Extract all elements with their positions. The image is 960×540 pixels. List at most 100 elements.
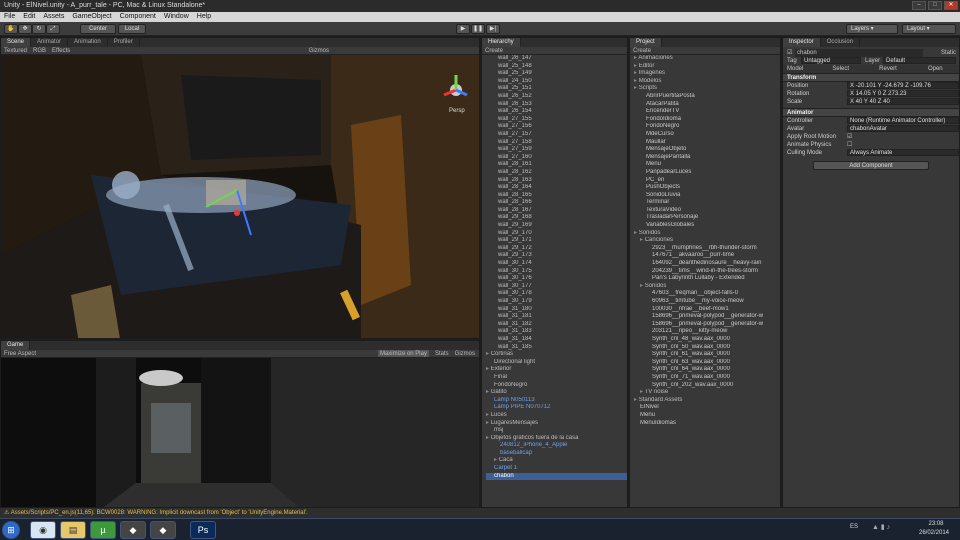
folder-item[interactable]: TV noise xyxy=(634,389,780,397)
scale-tool-icon[interactable]: ⤢ xyxy=(46,24,60,34)
list-item[interactable]: Objetos graficos fuera de la casa xyxy=(486,435,627,443)
add-component-button[interactable]: Add Component xyxy=(813,161,929,170)
script-item[interactable]: SonidoLluvia xyxy=(634,192,780,200)
model-revert-button[interactable]: Revert xyxy=(864,65,911,73)
tag-dropdown[interactable]: Untagged xyxy=(801,57,861,64)
script-item[interactable]: PanpadearLuces xyxy=(634,169,780,177)
script-item[interactable]: PC_en xyxy=(634,177,780,185)
utorrent-icon[interactable]: µ xyxy=(90,521,116,539)
start-button[interactable]: ⊞ xyxy=(2,521,20,539)
tab-scene[interactable]: Scene xyxy=(1,38,32,47)
audio-item[interactable]: 100030__nfrae__beef-mow1 xyxy=(634,306,780,314)
chrome-icon[interactable]: ◉ xyxy=(30,521,56,539)
script-item[interactable]: MdeCurso xyxy=(634,131,780,139)
game-viewport[interactable] xyxy=(1,358,480,508)
model-select-button[interactable]: Select xyxy=(817,65,864,73)
tab-animator[interactable]: Animator xyxy=(31,38,69,47)
list-item[interactable]: LugaresMensajes xyxy=(486,420,627,428)
audio-item[interactable]: Synth_cnl_48_wav.aax_0000 xyxy=(634,336,780,344)
list-item[interactable]: wall_28_165 xyxy=(498,192,627,200)
menu-component[interactable]: Component xyxy=(120,12,156,22)
photoshop-icon[interactable]: Ps xyxy=(190,521,216,539)
menu-help[interactable]: Help xyxy=(197,12,211,22)
audio-item[interactable]: Pan's Labyrinth Lullaby - Extended xyxy=(634,275,780,283)
list-item[interactable]: Directional light xyxy=(486,359,627,367)
folder-item[interactable]: Scripts xyxy=(634,85,780,93)
pause-button[interactable]: ❚❚ xyxy=(471,24,485,34)
list-item[interactable]: baseballcap xyxy=(486,450,627,458)
audio-item[interactable]: 204239__tims__wind-in-the-trees-storm xyxy=(634,268,780,276)
clock-time[interactable]: 23:08 xyxy=(918,521,954,527)
hierarchy-create-dropdown[interactable]: Create xyxy=(485,47,503,54)
rotation-field[interactable]: X 14.05 Y 0 Z 273.23 xyxy=(847,90,959,97)
list-item[interactable]: wall_28_164 xyxy=(498,184,627,192)
script-item[interactable]: MensajePantalla xyxy=(634,154,780,162)
list-item[interactable]: wall_27_157 xyxy=(498,131,627,139)
script-item[interactable]: Menu xyxy=(634,161,780,169)
root-motion-checkbox[interactable]: ☑ xyxy=(847,133,852,141)
list-item[interactable]: wall_28_161 xyxy=(498,161,627,169)
list-item[interactable]: Gatito xyxy=(486,389,627,397)
scene-viewport[interactable]: Persp xyxy=(1,55,480,339)
list-item[interactable]: Luces xyxy=(486,412,627,420)
script-item[interactable]: FondoNegro xyxy=(634,123,780,131)
list-item[interactable]: Carpet 1 xyxy=(486,465,627,473)
list-item[interactable]: wall_26_153 xyxy=(498,101,627,109)
controller-field[interactable]: None (Runtime Animator Controller) xyxy=(847,117,959,124)
script-item[interactable]: FondoIdioma xyxy=(634,116,780,124)
layers-dropdown[interactable]: Layers ▾ xyxy=(846,24,898,34)
list-item[interactable]: wall_26_154 xyxy=(498,108,627,116)
list-item[interactable]: Cortinas xyxy=(486,351,627,359)
physics-checkbox[interactable]: ☐ xyxy=(847,141,852,149)
list-item[interactable]: wall_30_177 xyxy=(498,283,627,291)
tab-inspector[interactable]: Inspector xyxy=(783,38,821,47)
script-item[interactable]: TexturaVideo xyxy=(634,207,780,215)
menu-edit[interactable]: Edit xyxy=(23,12,35,22)
tab-project[interactable]: Project xyxy=(630,38,662,47)
folder-item[interactable]: Modelos xyxy=(634,78,780,86)
tray-icons[interactable]: ▲ ▮ ♪ xyxy=(872,523,890,531)
step-button[interactable]: ▶| xyxy=(486,24,500,34)
position-field[interactable]: X -20.101 Y -24.679 Z -109.76 xyxy=(847,82,959,89)
layer-dropdown[interactable]: Default xyxy=(883,57,956,64)
folder-item[interactable]: Animaciones xyxy=(634,55,780,63)
list-item[interactable]: wall_29_172 xyxy=(498,245,627,253)
transform-header[interactable]: Transform xyxy=(783,73,959,82)
list-item[interactable]: wall_24_150 xyxy=(498,78,627,86)
list-item[interactable]: wall_25_148 xyxy=(498,63,627,71)
layout-dropdown[interactable]: Layout ▾ xyxy=(902,24,956,34)
script-item[interactable]: TrasladarPersonaje xyxy=(634,214,780,222)
audio-item[interactable]: 158696__primeval-polypod__generator-w xyxy=(634,321,780,329)
tab-game[interactable]: Game xyxy=(1,341,31,350)
list-item[interactable]: wall_30_178 xyxy=(498,290,627,298)
folder-item[interactable]: Sonidos xyxy=(634,283,780,291)
scene-asset-item[interactable]: Menu xyxy=(634,412,780,420)
script-item[interactable]: MensajeObjeto xyxy=(634,146,780,154)
scene-asset-item[interactable]: MenuIdiomas xyxy=(634,420,780,428)
audio-item[interactable]: 203121__npeo__kitty-meow xyxy=(634,328,780,336)
script-item[interactable]: EncenderTV xyxy=(634,108,780,116)
list-item[interactable]: Exterior xyxy=(486,366,627,374)
list-item[interactable]: msj xyxy=(486,427,627,435)
tab-profiler[interactable]: Profiler xyxy=(108,38,140,47)
scale-field[interactable]: X 40 Y 40 Z 40 xyxy=(847,98,959,105)
animator-header[interactable]: Animator xyxy=(783,108,959,117)
audio-item[interactable]: 147671__akvaaroo__purr-time xyxy=(634,252,780,260)
pivot-local-button[interactable]: Local xyxy=(118,24,146,34)
folder-item[interactable]: Canciones xyxy=(634,237,780,245)
stats-toggle[interactable]: Stats xyxy=(435,350,449,357)
folder-item[interactable]: Sonidos xyxy=(634,230,780,238)
render-mode-dropdown[interactable]: Textured xyxy=(4,47,27,54)
gizmos-dropdown[interactable]: Gizmos xyxy=(309,47,329,54)
tab-hierarchy[interactable]: Hierarchy xyxy=(482,38,521,47)
list-item[interactable]: wall_27_156 xyxy=(498,123,627,131)
folder-item[interactable]: Standard Assets xyxy=(634,397,780,405)
aspect-dropdown[interactable]: Free Aspect xyxy=(4,350,36,357)
list-item[interactable]: Caca xyxy=(486,457,627,465)
script-item[interactable]: Terminar xyxy=(634,199,780,207)
clock-date[interactable]: 26/02/2014 xyxy=(914,530,954,536)
list-item[interactable]: wall_31_181 xyxy=(498,313,627,321)
audio-item[interactable]: Synth_cnl_50_wav.aax_0000 xyxy=(634,344,780,352)
list-item[interactable]: wall_25_151 xyxy=(498,85,627,93)
list-item[interactable]: wall_30_174 xyxy=(498,260,627,268)
